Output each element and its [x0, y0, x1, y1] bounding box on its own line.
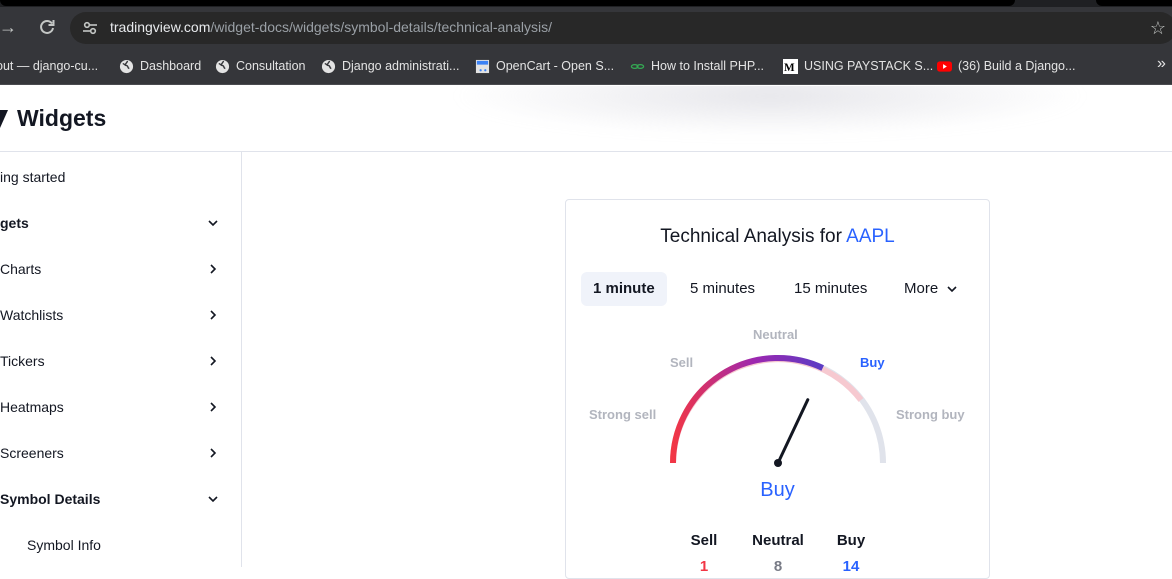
bookmark-label: OpenCart - Open S... [496, 59, 615, 73]
bookmark-item[interactable]: Consultation [215, 57, 306, 75]
url-domain: tradingview.com [110, 19, 211, 35]
interval-15-minutes-tab[interactable]: 15 minutes [782, 272, 879, 306]
site-info-icon[interactable] [82, 20, 98, 36]
browser-toolbar: → tradingview.com/widget-docs/widgets/sy… [0, 7, 1172, 48]
gauge-svg [670, 355, 886, 467]
youtube-icon [937, 59, 952, 74]
interval-more-label: More [904, 280, 939, 297]
sidebar-item-label: gets [0, 215, 29, 231]
bookmarks-bar: out — django-cu... Dashboard Consultatio… [0, 48, 1172, 85]
url-text[interactable]: tradingview.com/widget-docs/widgets/symb… [110, 19, 552, 35]
forward-icon[interactable]: → [0, 17, 18, 37]
sidebar-item-label: Watchlists [0, 307, 64, 323]
widget-title: Technical Analysis for AAPL [566, 226, 989, 248]
gauge-fill-arc [670, 355, 824, 464]
sidebar-item-getting-started[interactable]: ing started [0, 154, 242, 200]
medium-icon: M [783, 58, 798, 74]
sidebar-item-charts[interactable]: Charts [0, 246, 242, 292]
summary-sell-label: Sell [690, 532, 718, 549]
chevron-down-icon [947, 286, 957, 293]
bookmark-item[interactable]: Django administrati... [321, 57, 459, 75]
gauge [581, 320, 976, 480]
url-path: /widget-docs/widgets/symbol-details/tech… [210, 19, 552, 35]
interval-5-minutes-tab[interactable]: 5 minutes [678, 272, 767, 306]
chevron-down-icon [208, 496, 218, 503]
sidebar-item-label: Tickers [0, 353, 45, 369]
bookmark-item[interactable]: Dashboard [119, 57, 201, 75]
sidebar-item-label: Screeners [0, 445, 64, 461]
bookmark-item[interactable]: out — django-cu... [0, 57, 98, 75]
bookmark-label: Dashboard [140, 59, 202, 73]
tradingview-logo-icon[interactable] [0, 110, 8, 128]
chevron-down-icon [208, 220, 218, 227]
interval-more-dropdown[interactable]: More [892, 272, 970, 306]
sidebar-item-tickers[interactable]: Tickers [0, 338, 242, 384]
link-icon [630, 59, 645, 74]
chevron-right-icon [210, 448, 217, 458]
tab-strip [0, 0, 1172, 7]
sidebar-item-widgets[interactable]: gets [0, 200, 242, 246]
chevron-right-icon [210, 310, 217, 320]
sidebar-item-symbol-info[interactable]: Symbol Info [0, 522, 242, 568]
globe-icon [119, 59, 134, 74]
chevron-right-icon [210, 356, 217, 366]
browser-tab[interactable] [1096, 0, 1172, 6]
gauge-needle [776, 398, 810, 465]
symbol-link[interactable]: AAPL [846, 226, 895, 247]
sidebar-item-watchlists[interactable]: Watchlists [0, 292, 242, 338]
bookmark-item[interactable]: OpenCart - Open S... [475, 57, 614, 75]
interval-1-minute-tab[interactable]: 1 minute [581, 272, 667, 306]
bookmark-label: USING PAYSTACK S... [804, 59, 934, 73]
gauge-label-strong-sell: Strong sell [589, 407, 657, 422]
widget-title-prefix: Technical Analysis for [660, 226, 842, 247]
bookmark-label: Consultation [236, 59, 306, 73]
sidebar-item-label: ing started [0, 169, 66, 185]
bookmark-label: How to Install PHP... [651, 59, 765, 73]
gauge-track [670, 355, 886, 464]
sidebar-item-screeners[interactable]: Screeners [0, 430, 242, 476]
gauge-label-sell: Sell [670, 355, 694, 370]
sidebar-item-heatmaps[interactable]: Heatmaps [0, 384, 242, 430]
bookmark-item[interactable]: M USING PAYSTACK S... [783, 57, 933, 75]
technical-analysis-widget: Technical Analysis for AAPL 1 minute 5 m… [565, 199, 990, 579]
globe-icon [321, 59, 336, 74]
gauge-label-buy: Buy [860, 355, 885, 370]
bookmark-label: out — django-cu... [0, 59, 99, 73]
bookmark-star-icon[interactable]: ☆ [1148, 18, 1168, 38]
bookmark-item[interactable]: (36) Build a Django... [937, 57, 1075, 75]
gauge-pivot [774, 459, 782, 467]
active-tab[interactable] [0, 0, 1015, 6]
sidebar-item-label: Symbol Info [27, 537, 101, 553]
more-bookmarks-icon[interactable]: » [1157, 55, 1166, 73]
bookmark-item[interactable]: How to Install PHP... [630, 57, 764, 75]
sidebar-item-label: Heatmaps [0, 399, 64, 415]
verdict-label: Buy [760, 479, 795, 501]
page-header: Widgets [0, 86, 1172, 152]
gauge-label-strong-buy: Strong buy [896, 407, 965, 422]
bookmark-label: Django administrati... [342, 59, 460, 73]
summary-buy-label: Buy [836, 532, 866, 549]
sidebar-item-label: Charts [0, 261, 42, 277]
address-bar[interactable]: tradingview.com/widget-docs/widgets/symb… [70, 12, 1172, 44]
bookmark-label: (36) Build a Django... [958, 59, 1076, 73]
page-title[interactable]: Widgets [17, 105, 106, 132]
globe-icon [215, 59, 230, 74]
docs-sidebar: ing started gets Charts Watchlists Ticke… [0, 152, 242, 567]
header-banner-blur [450, 86, 1090, 136]
opencart-icon [475, 59, 490, 74]
reload-icon[interactable] [37, 17, 57, 37]
gauge-label-neutral: Neutral [753, 327, 798, 342]
svg-text:M: M [784, 62, 795, 74]
sidebar-item-symbol-details[interactable]: Symbol Details [0, 476, 242, 522]
summary-neutral-label: Neutral [752, 532, 804, 549]
chevron-right-icon [210, 264, 217, 274]
sidebar-item-label: Symbol Details [0, 491, 101, 507]
chevron-right-icon [210, 402, 217, 412]
gauge-range-light [670, 356, 864, 464]
